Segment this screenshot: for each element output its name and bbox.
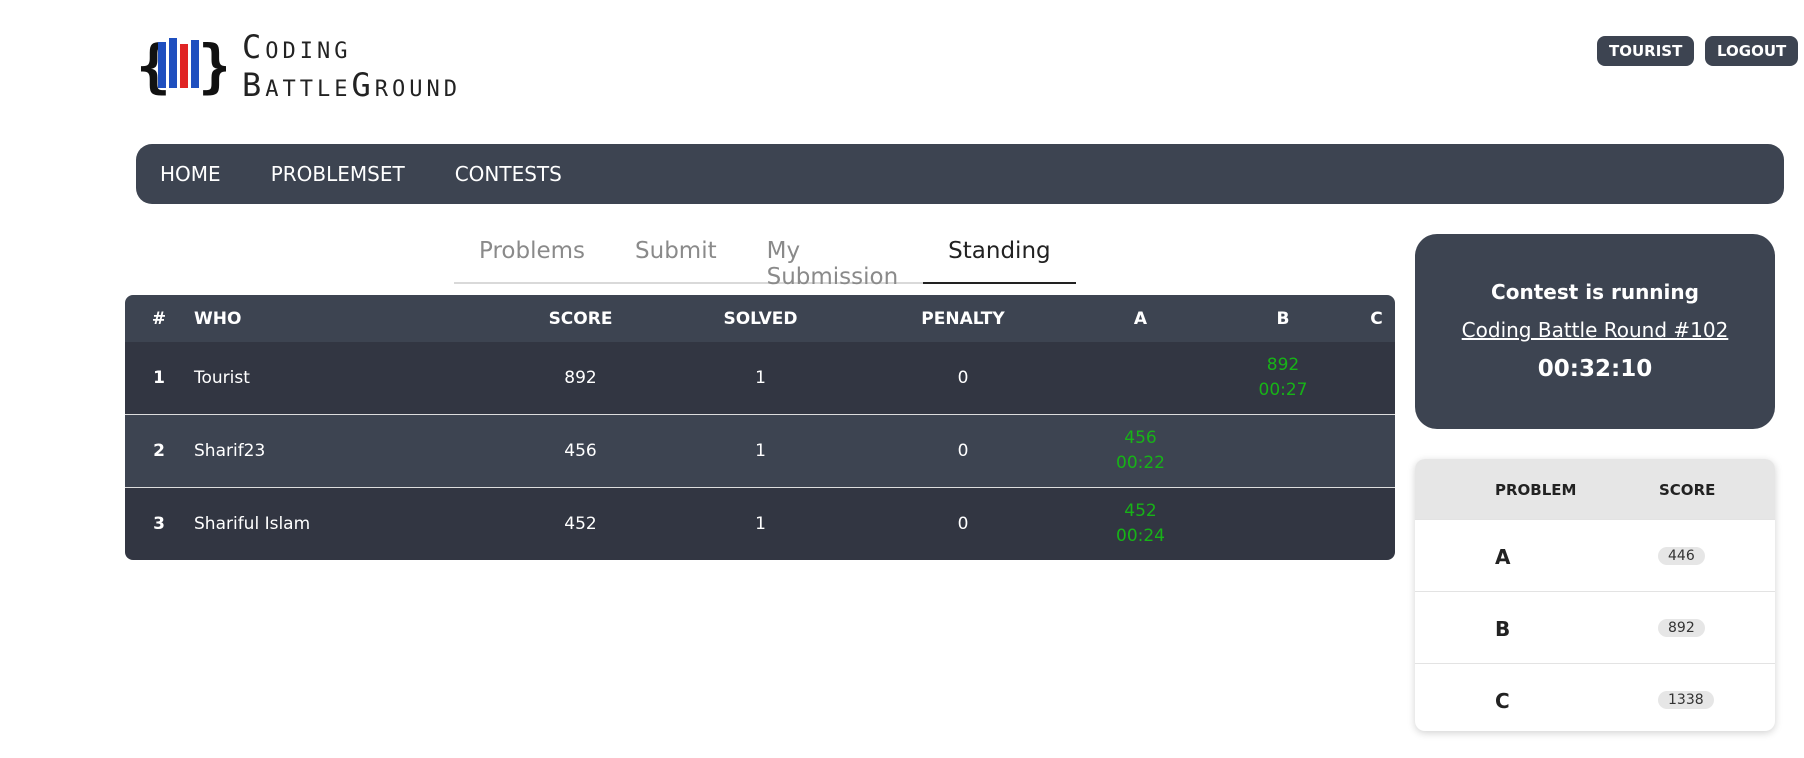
problem-b-score: 892 xyxy=(1266,355,1300,375)
tab-standing[interactable]: Standing xyxy=(923,230,1076,284)
rank-cell: 1 xyxy=(125,342,193,414)
standings-header-row: # WHO SCORE SOLVED PENALTY A B C xyxy=(125,295,1395,342)
col-problem-b: B xyxy=(1208,295,1358,342)
tab-submit[interactable]: Submit xyxy=(610,230,742,282)
table-row: 1 Tourist 892 1 0 892 00:27 xyxy=(125,342,1395,414)
list-item[interactable]: A 446 xyxy=(1415,519,1775,591)
list-item[interactable]: B 892 xyxy=(1415,591,1775,663)
contestant-name[interactable]: Tourist xyxy=(193,342,493,414)
score-badge: 1338 xyxy=(1658,691,1714,709)
contest-status-text: Contest is running xyxy=(1491,280,1699,304)
problem-a-cell: 452 00:24 xyxy=(1073,487,1208,560)
site-logo[interactable]: { } Coding BattleGround xyxy=(136,28,461,104)
problem-a-score: 452 xyxy=(1124,501,1157,521)
problem-score-header: PROBLEM SCORE xyxy=(1415,459,1775,519)
main-navbar: HOME PROBLEMSET CONTESTS xyxy=(136,144,1784,204)
table-row: 3 Shariful Islam 452 1 0 452 00:24 xyxy=(125,487,1395,560)
penalty-cell: 0 xyxy=(853,487,1073,560)
problem-score-card: PROBLEM SCORE A 446 B 892 C 1338 xyxy=(1415,459,1775,731)
svg-text:}: } xyxy=(198,34,226,98)
problem-b-time: 00:27 xyxy=(1258,380,1308,400)
penalty-cell: 0 xyxy=(853,414,1073,487)
user-profile-button[interactable]: TOURIST xyxy=(1597,36,1695,66)
tab-problems[interactable]: Problems xyxy=(454,230,610,282)
solved-cell: 1 xyxy=(668,487,853,560)
problem-c-cell xyxy=(1358,342,1395,414)
problem-a-cell xyxy=(1073,342,1208,414)
brand-name: Coding BattleGround xyxy=(242,28,461,104)
problem-a-time: 00:22 xyxy=(1116,453,1165,473)
brand-line-1: Coding xyxy=(242,28,352,66)
solved-cell: 1 xyxy=(668,414,853,487)
header-score: SCORE xyxy=(1659,481,1716,499)
score-badge: 446 xyxy=(1658,547,1705,565)
col-solved: SOLVED xyxy=(668,295,853,342)
tab-my-submission[interactable]: My Submission xyxy=(742,230,924,290)
table-row: 2 Sharif23 456 1 0 456 00:22 xyxy=(125,414,1395,487)
header-problem: PROBLEM xyxy=(1495,481,1577,499)
contest-tabs: Problems Submit My Submission Standing xyxy=(454,230,1076,290)
col-penalty: PENALTY xyxy=(853,295,1073,342)
score-badge: 892 xyxy=(1658,619,1705,637)
contest-name-link[interactable]: Coding Battle Round #102 xyxy=(1415,318,1775,342)
col-problem-a: A xyxy=(1073,295,1208,342)
score-cell: 456 xyxy=(493,414,668,487)
rank-cell: 2 xyxy=(125,414,193,487)
score-cell: 452 xyxy=(493,487,668,560)
contest-timer: 00:32:10 xyxy=(1537,356,1653,382)
logout-button[interactable]: LOGOUT xyxy=(1705,36,1799,66)
brand-line-2: BattleGround xyxy=(242,66,461,104)
problem-letter[interactable]: B xyxy=(1495,617,1510,641)
problem-b-cell xyxy=(1208,487,1358,560)
nav-home[interactable]: HOME xyxy=(160,162,221,186)
list-item[interactable]: C 1338 xyxy=(1415,663,1775,731)
col-who: WHO xyxy=(193,295,493,342)
contest-status-card: Contest is running Coding Battle Round #… xyxy=(1415,234,1775,429)
solved-cell: 1 xyxy=(668,342,853,414)
contestant-name[interactable]: Shariful Islam xyxy=(193,487,493,560)
problem-c-cell xyxy=(1358,414,1395,487)
nav-contests[interactable]: CONTESTS xyxy=(455,162,562,186)
standings-table: # WHO SCORE SOLVED PENALTY A B C 1 Touri… xyxy=(125,295,1395,560)
problem-a-cell: 456 00:22 xyxy=(1073,414,1208,487)
penalty-cell: 0 xyxy=(853,342,1073,414)
nav-problemset[interactable]: PROBLEMSET xyxy=(271,162,405,186)
rank-cell: 3 xyxy=(125,487,193,560)
problem-c-cell xyxy=(1358,487,1395,560)
col-rank: # xyxy=(125,295,193,342)
problem-letter[interactable]: C xyxy=(1495,689,1510,713)
logo-icon: { } xyxy=(136,34,226,98)
problem-a-time: 00:24 xyxy=(1116,526,1165,546)
problem-b-cell xyxy=(1208,414,1358,487)
problem-letter[interactable]: A xyxy=(1495,545,1510,569)
col-score: SCORE xyxy=(493,295,668,342)
problem-b-cell: 892 00:27 xyxy=(1208,342,1358,414)
contestant-name[interactable]: Sharif23 xyxy=(193,414,493,487)
problem-a-score: 456 xyxy=(1124,428,1157,448)
col-problem-c: C xyxy=(1358,295,1395,342)
score-cell: 892 xyxy=(493,342,668,414)
